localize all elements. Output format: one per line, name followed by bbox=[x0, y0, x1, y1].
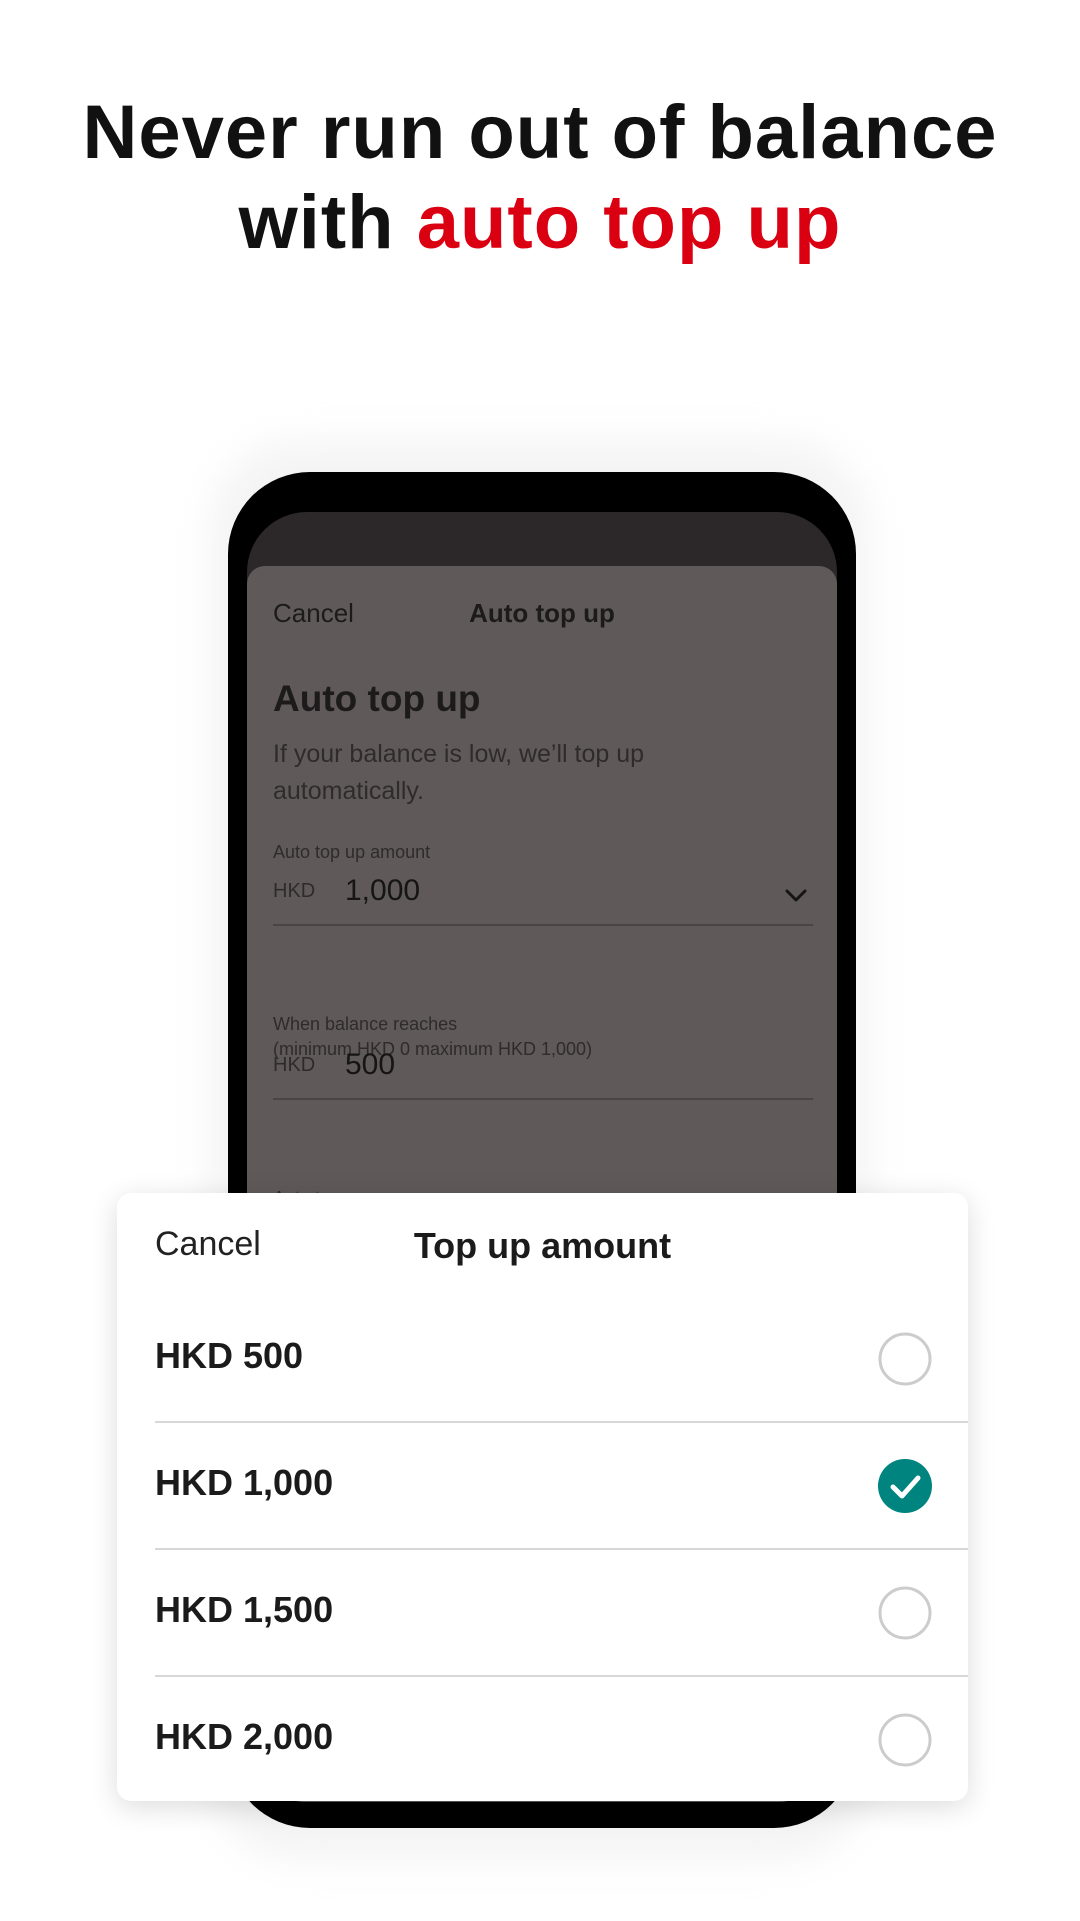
option-hkd-1500[interactable]: HKD 1,500 bbox=[155, 1549, 968, 1675]
threshold-value: 500 bbox=[345, 1048, 396, 1081]
option-label: HKD 1,500 bbox=[155, 1589, 334, 1630]
top-up-amount-picker: Cancel Top up amount HKD 500 HKD 1,000 H… bbox=[117, 1193, 968, 1801]
amount-field[interactable]: HKD 1,000 bbox=[273, 868, 813, 926]
radio-unselected-icon[interactable] bbox=[878, 1713, 932, 1767]
radio-unselected-icon[interactable] bbox=[878, 1586, 932, 1640]
amount-currency: HKD bbox=[273, 880, 316, 902]
threshold-label-line-1: When balance reaches bbox=[273, 1014, 458, 1034]
radio-unselected-icon[interactable] bbox=[878, 1332, 932, 1386]
threshold-currency: HKD bbox=[273, 1054, 316, 1076]
checkmark-selected-icon[interactable] bbox=[878, 1459, 932, 1513]
picker-header: Cancel Top up amount bbox=[155, 1223, 968, 1273]
auto-top-up-description: If your balance is low, we’ll top up aut… bbox=[273, 740, 645, 805]
sheet-nav-bar: Cancel Auto top up bbox=[273, 598, 811, 638]
option-label: HKD 1,000 bbox=[155, 1462, 334, 1503]
headline: Never run out of balance with auto top u… bbox=[0, 88, 1080, 268]
headline-line-2-prefix: with bbox=[238, 180, 417, 265]
option-label: HKD 2,000 bbox=[155, 1716, 334, 1757]
option-label: HKD 500 bbox=[155, 1335, 304, 1376]
headline-accent: auto top up bbox=[416, 180, 842, 265]
auto-top-up-heading: Auto top up bbox=[273, 678, 481, 719]
headline-line-2: with auto top up bbox=[0, 178, 1080, 268]
chevron-down-icon bbox=[785, 889, 807, 902]
amount-label: Auto top up amount bbox=[273, 842, 431, 862]
amount-value: 1,000 bbox=[345, 874, 421, 907]
option-hkd-2000[interactable]: HKD 2,000 bbox=[155, 1676, 968, 1801]
sheet-title: Auto top up bbox=[469, 598, 615, 628]
picker-title: Top up amount bbox=[413, 1225, 672, 1266]
headline-line-1: Never run out of balance bbox=[82, 90, 998, 175]
option-hkd-1000[interactable]: HKD 1,000 bbox=[155, 1422, 968, 1548]
option-hkd-500[interactable]: HKD 500 bbox=[155, 1295, 968, 1421]
threshold-field[interactable]: HKD 500 bbox=[273, 1042, 813, 1100]
